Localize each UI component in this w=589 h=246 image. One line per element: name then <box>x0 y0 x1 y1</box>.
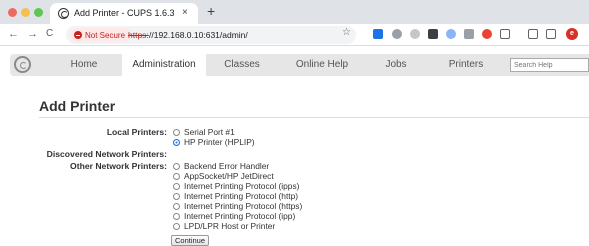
nav-printers[interactable]: Printers <box>430 54 502 76</box>
new-tab-button[interactable]: + <box>207 4 215 18</box>
browser-tabstrip: Add Printer - CUPS 1.6.3 × + <box>0 0 589 24</box>
option-label: Serial Port #1 <box>184 127 235 137</box>
nav-home[interactable]: Home <box>46 54 122 76</box>
radio-button[interactable] <box>173 172 180 180</box>
cups-favicon-icon <box>58 8 69 19</box>
tab-close-icon[interactable]: × <box>182 7 188 18</box>
extension-3-icon[interactable] <box>410 29 420 39</box>
nav-online-help[interactable]: Online Help <box>280 54 364 76</box>
nav-jobs[interactable]: Jobs <box>364 54 428 76</box>
option-label: Internet Printing Protocol (https) <box>184 201 303 211</box>
extension-7-icon[interactable] <box>482 29 492 39</box>
nav-administration[interactable]: Administration <box>122 54 206 76</box>
not-secure-label: Not Secure <box>85 30 126 40</box>
other-network-printers-label: Other Network Printers: <box>70 161 167 171</box>
browser-tab-active[interactable]: Add Printer - CUPS 1.6.3 × <box>50 3 198 24</box>
close-window-button[interactable] <box>8 8 17 17</box>
back-button[interactable]: ← <box>8 28 19 40</box>
radio-button[interactable] <box>173 128 180 136</box>
other-printer-option-https[interactable]: Internet Printing Protocol (https) <box>173 201 302 211</box>
radio-button[interactable] <box>173 202 180 210</box>
option-label: AppSocket/HP JetDirect <box>184 171 274 181</box>
side-panel-icon[interactable] <box>546 29 556 39</box>
not-secure-warning-icon <box>74 31 82 39</box>
option-label: Internet Printing Protocol (ipp) <box>184 211 296 221</box>
url-text: //192.168.0.10:631/admin/ <box>149 30 248 40</box>
radio-button[interactable] <box>173 192 180 200</box>
extension-5-icon[interactable] <box>446 29 456 39</box>
cups-navigation-bar: Home Administration Classes Online Help … <box>10 54 589 76</box>
radio-button[interactable] <box>173 222 180 230</box>
zoom-window-button[interactable] <box>34 8 43 17</box>
other-printer-option-ipps[interactable]: Internet Printing Protocol (ipps) <box>173 181 299 191</box>
extensions-puzzle-icon[interactable] <box>500 29 510 39</box>
profile-avatar-icon[interactable]: e <box>566 28 578 40</box>
option-label: Internet Printing Protocol (ipps) <box>184 181 300 191</box>
local-printer-option-hp[interactable]: HP Printer (HPLIP) <box>173 137 255 147</box>
extension-4-icon[interactable] <box>428 29 438 39</box>
other-printer-option-backend-error[interactable]: Backend Error Handler <box>173 161 269 171</box>
option-label: LPD/LPR Host or Printer <box>184 221 276 231</box>
cups-logo-icon[interactable] <box>14 56 31 73</box>
discovered-network-printers-label: Discovered Network Printers: <box>46 149 167 159</box>
extension-1-icon[interactable] <box>373 29 383 39</box>
url-scheme: https: <box>128 30 149 40</box>
extension-2-icon[interactable] <box>392 29 402 39</box>
other-printer-option-lpd[interactable]: LPD/LPR Host or Printer <box>173 221 275 231</box>
reload-button[interactable]: C <box>46 28 53 40</box>
address-bar[interactable]: Not Secure https: //192.168.0.10:631/adm… <box>66 26 356 44</box>
other-printer-option-http[interactable]: Internet Printing Protocol (http) <box>173 191 298 201</box>
option-label: Internet Printing Protocol (http) <box>184 191 299 201</box>
reading-list-icon[interactable] <box>528 29 538 39</box>
other-printer-option-appsocket[interactable]: AppSocket/HP JetDirect <box>173 171 274 181</box>
page-title: Add Printer <box>39 98 116 114</box>
option-label: HP Printer (HPLIP) <box>184 137 255 147</box>
local-printer-option-serial-port[interactable]: Serial Port #1 <box>173 127 235 137</box>
radio-button[interactable] <box>173 212 180 220</box>
option-label: Backend Error Handler <box>184 161 270 171</box>
other-printer-option-ipp[interactable]: Internet Printing Protocol (ipp) <box>173 211 295 221</box>
bookmark-star-icon[interactable]: ☆ <box>342 27 351 38</box>
extension-6-icon[interactable] <box>464 29 474 39</box>
tab-title: Add Printer - CUPS 1.6.3 <box>74 8 175 18</box>
local-printers-label: Local Printers: <box>106 127 167 137</box>
search-help-input[interactable] <box>510 58 589 72</box>
radio-button[interactable] <box>173 162 180 170</box>
browser-toolbar: ← → C Not Secure https: //192.168.0.10:6… <box>0 24 589 46</box>
radio-button-selected[interactable] <box>173 138 180 146</box>
title-divider <box>39 117 589 118</box>
continue-button[interactable]: Continue <box>171 235 210 246</box>
forward-button[interactable]: → <box>27 28 38 40</box>
minimize-window-button[interactable] <box>21 8 30 17</box>
nav-classes[interactable]: Classes <box>206 54 278 76</box>
radio-button[interactable] <box>173 182 180 190</box>
not-secure-chip[interactable]: Not Secure <box>70 28 132 42</box>
